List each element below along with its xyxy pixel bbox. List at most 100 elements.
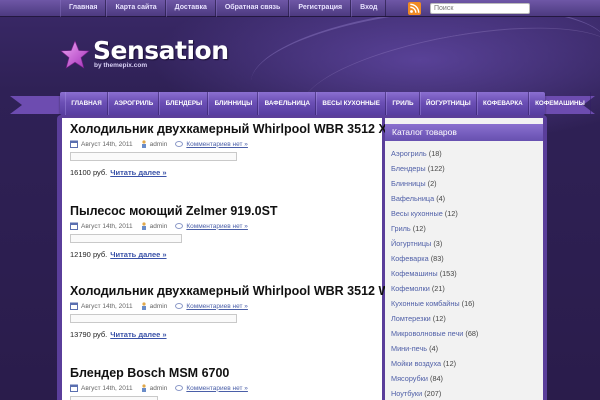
- main-nav: ГЛАВНАЯ АЭРОГРИЛЬ БЛЕНДЕРЫ БЛИННИЦЫ ВАФЕ…: [65, 92, 591, 115]
- list-item: Ломтерезки (12): [391, 311, 478, 326]
- author-icon: [141, 222, 146, 230]
- post-date: Август 14th, 2011: [81, 140, 133, 148]
- main-nav-ribbon: ГЛАВНАЯ АЭРОГРИЛЬ БЛЕНДЕРЫ БЛИННИЦЫ ВАФЕ…: [60, 92, 591, 115]
- list-item: Кофемолки (21): [391, 281, 478, 296]
- post-comments-link[interactable]: Комментариев нет »: [186, 385, 248, 392]
- comment-icon: [175, 222, 184, 229]
- list-item: Вафельница (4): [391, 191, 478, 206]
- main-nav-coffee-maker[interactable]: КОФЕВАРКА: [476, 92, 529, 115]
- category-count: (122): [427, 164, 445, 173]
- category-link[interactable]: Кухонные комбайны: [391, 299, 460, 308]
- category-link[interactable]: Мойки воздуха: [391, 359, 441, 368]
- read-more-link[interactable]: Читать далее »: [110, 250, 166, 259]
- category-link[interactable]: Йогуртницы: [391, 239, 431, 248]
- category-link[interactable]: Кофемашины: [391, 269, 438, 278]
- post-price: 12190 руб.: [70, 250, 108, 259]
- category-link[interactable]: Ноутбуки: [391, 389, 422, 398]
- post: Блендер Bosch MSM 6700 Август 14th, 2011…: [70, 366, 248, 400]
- list-item: Микроволновые печи (68): [391, 326, 478, 341]
- category-link[interactable]: Блинницы: [391, 179, 426, 188]
- list-item: Ноутбуки (207): [391, 386, 478, 400]
- category-link[interactable]: Вафельница: [391, 194, 434, 203]
- post-meta: Август 14th, 2011 admin Комментариев нет…: [70, 384, 248, 392]
- calendar-icon: [70, 140, 78, 148]
- post-comments-link[interactable]: Комментариев нет »: [186, 141, 248, 148]
- author-icon: [141, 302, 146, 310]
- category-count: (12): [412, 224, 426, 233]
- list-item: Аэрогриль (18): [391, 146, 478, 161]
- author-icon: [141, 384, 146, 392]
- post-title[interactable]: Пылесос моющий Zelmer 919.0ST: [70, 204, 278, 218]
- post-excerpt: 13790 руб. Читать далее »: [70, 330, 390, 339]
- main-nav-home[interactable]: ГЛАВНАЯ: [65, 92, 108, 115]
- main-nav-coffee-machines[interactable]: КОФЕМАШИНЫ: [528, 92, 591, 115]
- post-image-placeholder: [70, 152, 237, 161]
- category-count: (4): [436, 194, 446, 203]
- sidebar: Каталог товаров Аэрогриль (18) Блендеры …: [385, 118, 543, 400]
- post-date: Август 14th, 2011: [81, 302, 133, 310]
- main-nav-crepe-makers[interactable]: БЛИННИЦЫ: [208, 92, 259, 115]
- list-item: Гриль (12): [391, 221, 478, 236]
- star-icon: [60, 40, 90, 69]
- main-nav-grill[interactable]: ГРИЛЬ: [386, 92, 420, 115]
- category-link[interactable]: Мясорубки: [391, 374, 428, 383]
- category-count: (84): [430, 374, 443, 383]
- top-nav-delivery[interactable]: Доставка: [165, 0, 216, 17]
- category-count: (68): [465, 329, 479, 338]
- list-item: Блинницы (2): [391, 176, 478, 191]
- main-nav-waffle-makers[interactable]: ВАФЕЛЬНИЦА: [258, 92, 317, 115]
- category-count: (153): [439, 269, 457, 278]
- post-comments-link[interactable]: Комментариев нет »: [186, 223, 248, 230]
- category-list: Аэрогриль (18) Блендеры (122) Блинницы (…: [391, 146, 478, 400]
- search-input[interactable]: [430, 3, 530, 14]
- main-nav-aerogrill[interactable]: АЭРОГРИЛЬ: [107, 92, 160, 115]
- category-link[interactable]: Ломтерезки: [391, 314, 431, 323]
- rss-icon[interactable]: [408, 2, 421, 15]
- list-item: Мясорубки (84): [391, 371, 478, 386]
- post-title[interactable]: Холодильник двухкамерный Whirlpool WBR 3…: [70, 284, 390, 298]
- list-item: Кофемашины (153): [391, 266, 478, 281]
- top-nav-login[interactable]: Вход: [351, 0, 387, 17]
- comment-icon: [175, 302, 184, 309]
- top-nav-home[interactable]: Главная: [60, 0, 107, 17]
- read-more-link[interactable]: Читать далее »: [110, 168, 166, 177]
- list-item: Кофеварка (83): [391, 251, 478, 266]
- category-link[interactable]: Мини-печь: [391, 344, 427, 353]
- category-link[interactable]: Гриль: [391, 224, 411, 233]
- category-link[interactable]: Весы кухонные: [391, 209, 443, 218]
- read-more-link[interactable]: Читать далее »: [110, 330, 166, 339]
- post: Холодильник двухкамерный Whirlpool WBR 3…: [70, 284, 390, 339]
- top-nav-feedback[interactable]: Обратная связь: [215, 0, 290, 17]
- main-nav-blenders[interactable]: БЛЕНДЕРЫ: [159, 92, 209, 115]
- category-link[interactable]: Аэрогриль: [391, 149, 427, 158]
- post-author[interactable]: admin: [150, 385, 168, 392]
- list-item: Весы кухонные (12): [391, 206, 478, 221]
- post: Пылесос моющий Zelmer 919.0ST Август 14t…: [70, 204, 278, 259]
- category-count: (12): [444, 209, 458, 218]
- category-link[interactable]: Блендеры: [391, 164, 426, 173]
- category-count: (83): [430, 254, 444, 263]
- top-nav-sitemap[interactable]: Карта сайта: [106, 0, 166, 17]
- post-title[interactable]: Блендер Bosch MSM 6700: [70, 366, 248, 380]
- post-image-placeholder: [70, 234, 182, 243]
- post-author[interactable]: admin: [150, 223, 168, 230]
- category-link[interactable]: Микроволновые печи: [391, 329, 463, 338]
- category-count: (2): [427, 179, 437, 188]
- top-nav-register[interactable]: Регистрация: [289, 0, 352, 17]
- post-meta: Август 14th, 2011 admin Комментариев нет…: [70, 222, 278, 230]
- calendar-icon: [70, 384, 78, 392]
- comment-icon: [175, 140, 184, 147]
- main-nav-kitchen-scales[interactable]: ВЕСЫ КУХОННЫЕ: [316, 92, 387, 115]
- post-author[interactable]: admin: [150, 303, 168, 310]
- main-nav-yogurt-makers[interactable]: ЙОГУРТНИЦЫ: [419, 92, 477, 115]
- post-excerpt: 16100 руб. Читать далее »: [70, 168, 387, 177]
- category-count: (207): [424, 389, 442, 398]
- category-link[interactable]: Кофемолки: [391, 284, 430, 293]
- category-count: (12): [443, 359, 457, 368]
- category-count: (12): [432, 314, 446, 323]
- category-link[interactable]: Кофеварка: [391, 254, 429, 263]
- post-author[interactable]: admin: [150, 141, 168, 148]
- top-nav: Главная Карта сайта Доставка Обратная св…: [60, 0, 387, 17]
- post-comments-link[interactable]: Комментариев нет »: [186, 303, 248, 310]
- post-title[interactable]: Холодильник двухкамерный Whirlpool WBR 3…: [70, 122, 387, 136]
